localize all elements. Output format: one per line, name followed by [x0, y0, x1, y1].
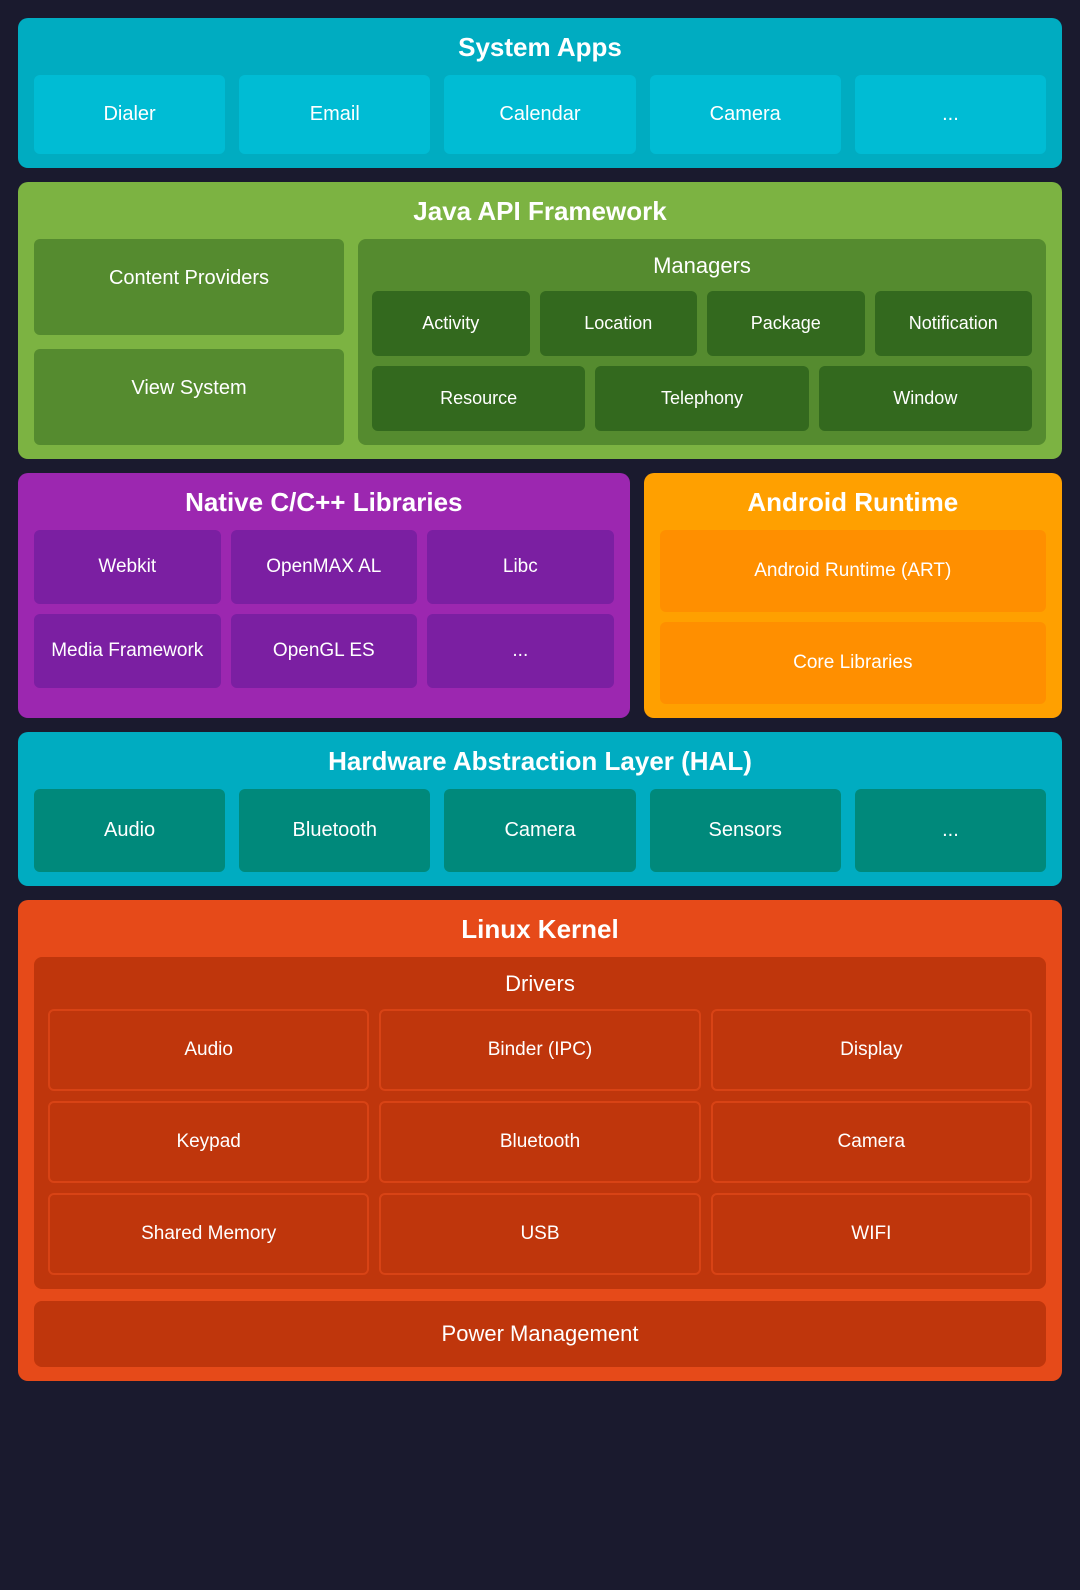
- managers-row-2: Resource Telephony Window: [372, 366, 1032, 431]
- hal-dots-cell: ...: [855, 789, 1046, 872]
- window-cell: Window: [819, 366, 1032, 431]
- shared-memory-cell: Shared Memory: [48, 1193, 369, 1275]
- native-grid: Webkit OpenMAX AL Libc Media Framework O…: [34, 530, 614, 688]
- hal-audio-cell: Audio: [34, 789, 225, 872]
- native-dots-cell: ...: [427, 614, 614, 688]
- java-api-layer: Java API Framework Content Providers Vie…: [18, 182, 1062, 459]
- linux-kernel-title: Linux Kernel: [34, 914, 1046, 945]
- hal-camera-cell: Camera: [444, 789, 635, 872]
- drivers-title: Drivers: [48, 971, 1032, 997]
- list-item: ...: [855, 75, 1046, 154]
- native-libs-title: Native C/C++ Libraries: [34, 487, 614, 518]
- content-providers-cell: Content Providers: [34, 239, 344, 335]
- opengl-cell: OpenGL ES: [231, 614, 418, 688]
- webkit-cell: Webkit: [34, 530, 221, 604]
- system-apps-layer: System Apps Dialer Email Calendar Camera…: [18, 18, 1062, 168]
- drivers-row-2: Keypad Bluetooth Camera: [48, 1101, 1032, 1183]
- list-item: Calendar: [444, 75, 635, 154]
- linux-kernel-layer: Linux Kernel Drivers Audio Binder (IPC) …: [18, 900, 1062, 1381]
- native-row-2: Media Framework OpenGL ES ...: [34, 614, 614, 688]
- core-libraries-cell: Core Libraries: [660, 622, 1046, 704]
- wifi-cell: WIFI: [711, 1193, 1032, 1275]
- telephony-cell: Telephony: [595, 366, 808, 431]
- location-cell: Location: [540, 291, 698, 356]
- drivers-row-1: Audio Binder (IPC) Display: [48, 1009, 1032, 1091]
- native-runtime-row: Native C/C++ Libraries Webkit OpenMAX AL…: [18, 473, 1062, 718]
- managers-grid: Activity Location Package Notification R…: [372, 291, 1032, 431]
- managers-section: Managers Activity Location Package Notif…: [358, 239, 1046, 445]
- java-api-inner: Content Providers View System Managers A…: [34, 239, 1046, 445]
- hal-title: Hardware Abstraction Layer (HAL): [34, 746, 1046, 777]
- usb-cell: USB: [379, 1193, 700, 1275]
- view-system-cell: View System: [34, 349, 344, 445]
- media-framework-cell: Media Framework: [34, 614, 221, 688]
- managers-title: Managers: [372, 253, 1032, 279]
- native-row-1: Webkit OpenMAX AL Libc: [34, 530, 614, 604]
- runtime-grid: Android Runtime (ART) Core Libraries: [660, 530, 1046, 704]
- java-api-left: Content Providers View System: [34, 239, 344, 445]
- system-apps-title: System Apps: [34, 32, 1046, 63]
- libc-cell: Libc: [427, 530, 614, 604]
- keypad-cell: Keypad: [48, 1101, 369, 1183]
- notification-cell: Notification: [875, 291, 1033, 356]
- android-runtime-title: Android Runtime: [660, 487, 1046, 518]
- activity-cell: Activity: [372, 291, 530, 356]
- list-item: Camera: [650, 75, 841, 154]
- drivers-row-3: Shared Memory USB WIFI: [48, 1193, 1032, 1275]
- power-management-cell: Power Management: [34, 1301, 1046, 1367]
- kernel-camera-cell: Camera: [711, 1101, 1032, 1183]
- native-libs-layer: Native C/C++ Libraries Webkit OpenMAX AL…: [18, 473, 630, 718]
- resource-cell: Resource: [372, 366, 585, 431]
- drivers-grid: Audio Binder (IPC) Display Keypad Blueto…: [48, 1009, 1032, 1275]
- java-api-title: Java API Framework: [34, 196, 1046, 227]
- openmax-cell: OpenMAX AL: [231, 530, 418, 604]
- drivers-section: Drivers Audio Binder (IPC) Display Keypa…: [34, 957, 1046, 1289]
- binder-cell: Binder (IPC): [379, 1009, 700, 1091]
- kernel-bluetooth-cell: Bluetooth: [379, 1101, 700, 1183]
- managers-row-1: Activity Location Package Notification: [372, 291, 1032, 356]
- package-cell: Package: [707, 291, 865, 356]
- hal-grid: Audio Bluetooth Camera Sensors ...: [34, 789, 1046, 872]
- kernel-audio-cell: Audio: [48, 1009, 369, 1091]
- hal-sensors-cell: Sensors: [650, 789, 841, 872]
- hal-layer: Hardware Abstraction Layer (HAL) Audio B…: [18, 732, 1062, 886]
- android-runtime-layer: Android Runtime Android Runtime (ART) Co…: [644, 473, 1062, 718]
- art-cell: Android Runtime (ART): [660, 530, 1046, 612]
- list-item: Dialer: [34, 75, 225, 154]
- display-cell: Display: [711, 1009, 1032, 1091]
- list-item: Email: [239, 75, 430, 154]
- system-apps-grid: Dialer Email Calendar Camera ...: [34, 75, 1046, 154]
- hal-bluetooth-cell: Bluetooth: [239, 789, 430, 872]
